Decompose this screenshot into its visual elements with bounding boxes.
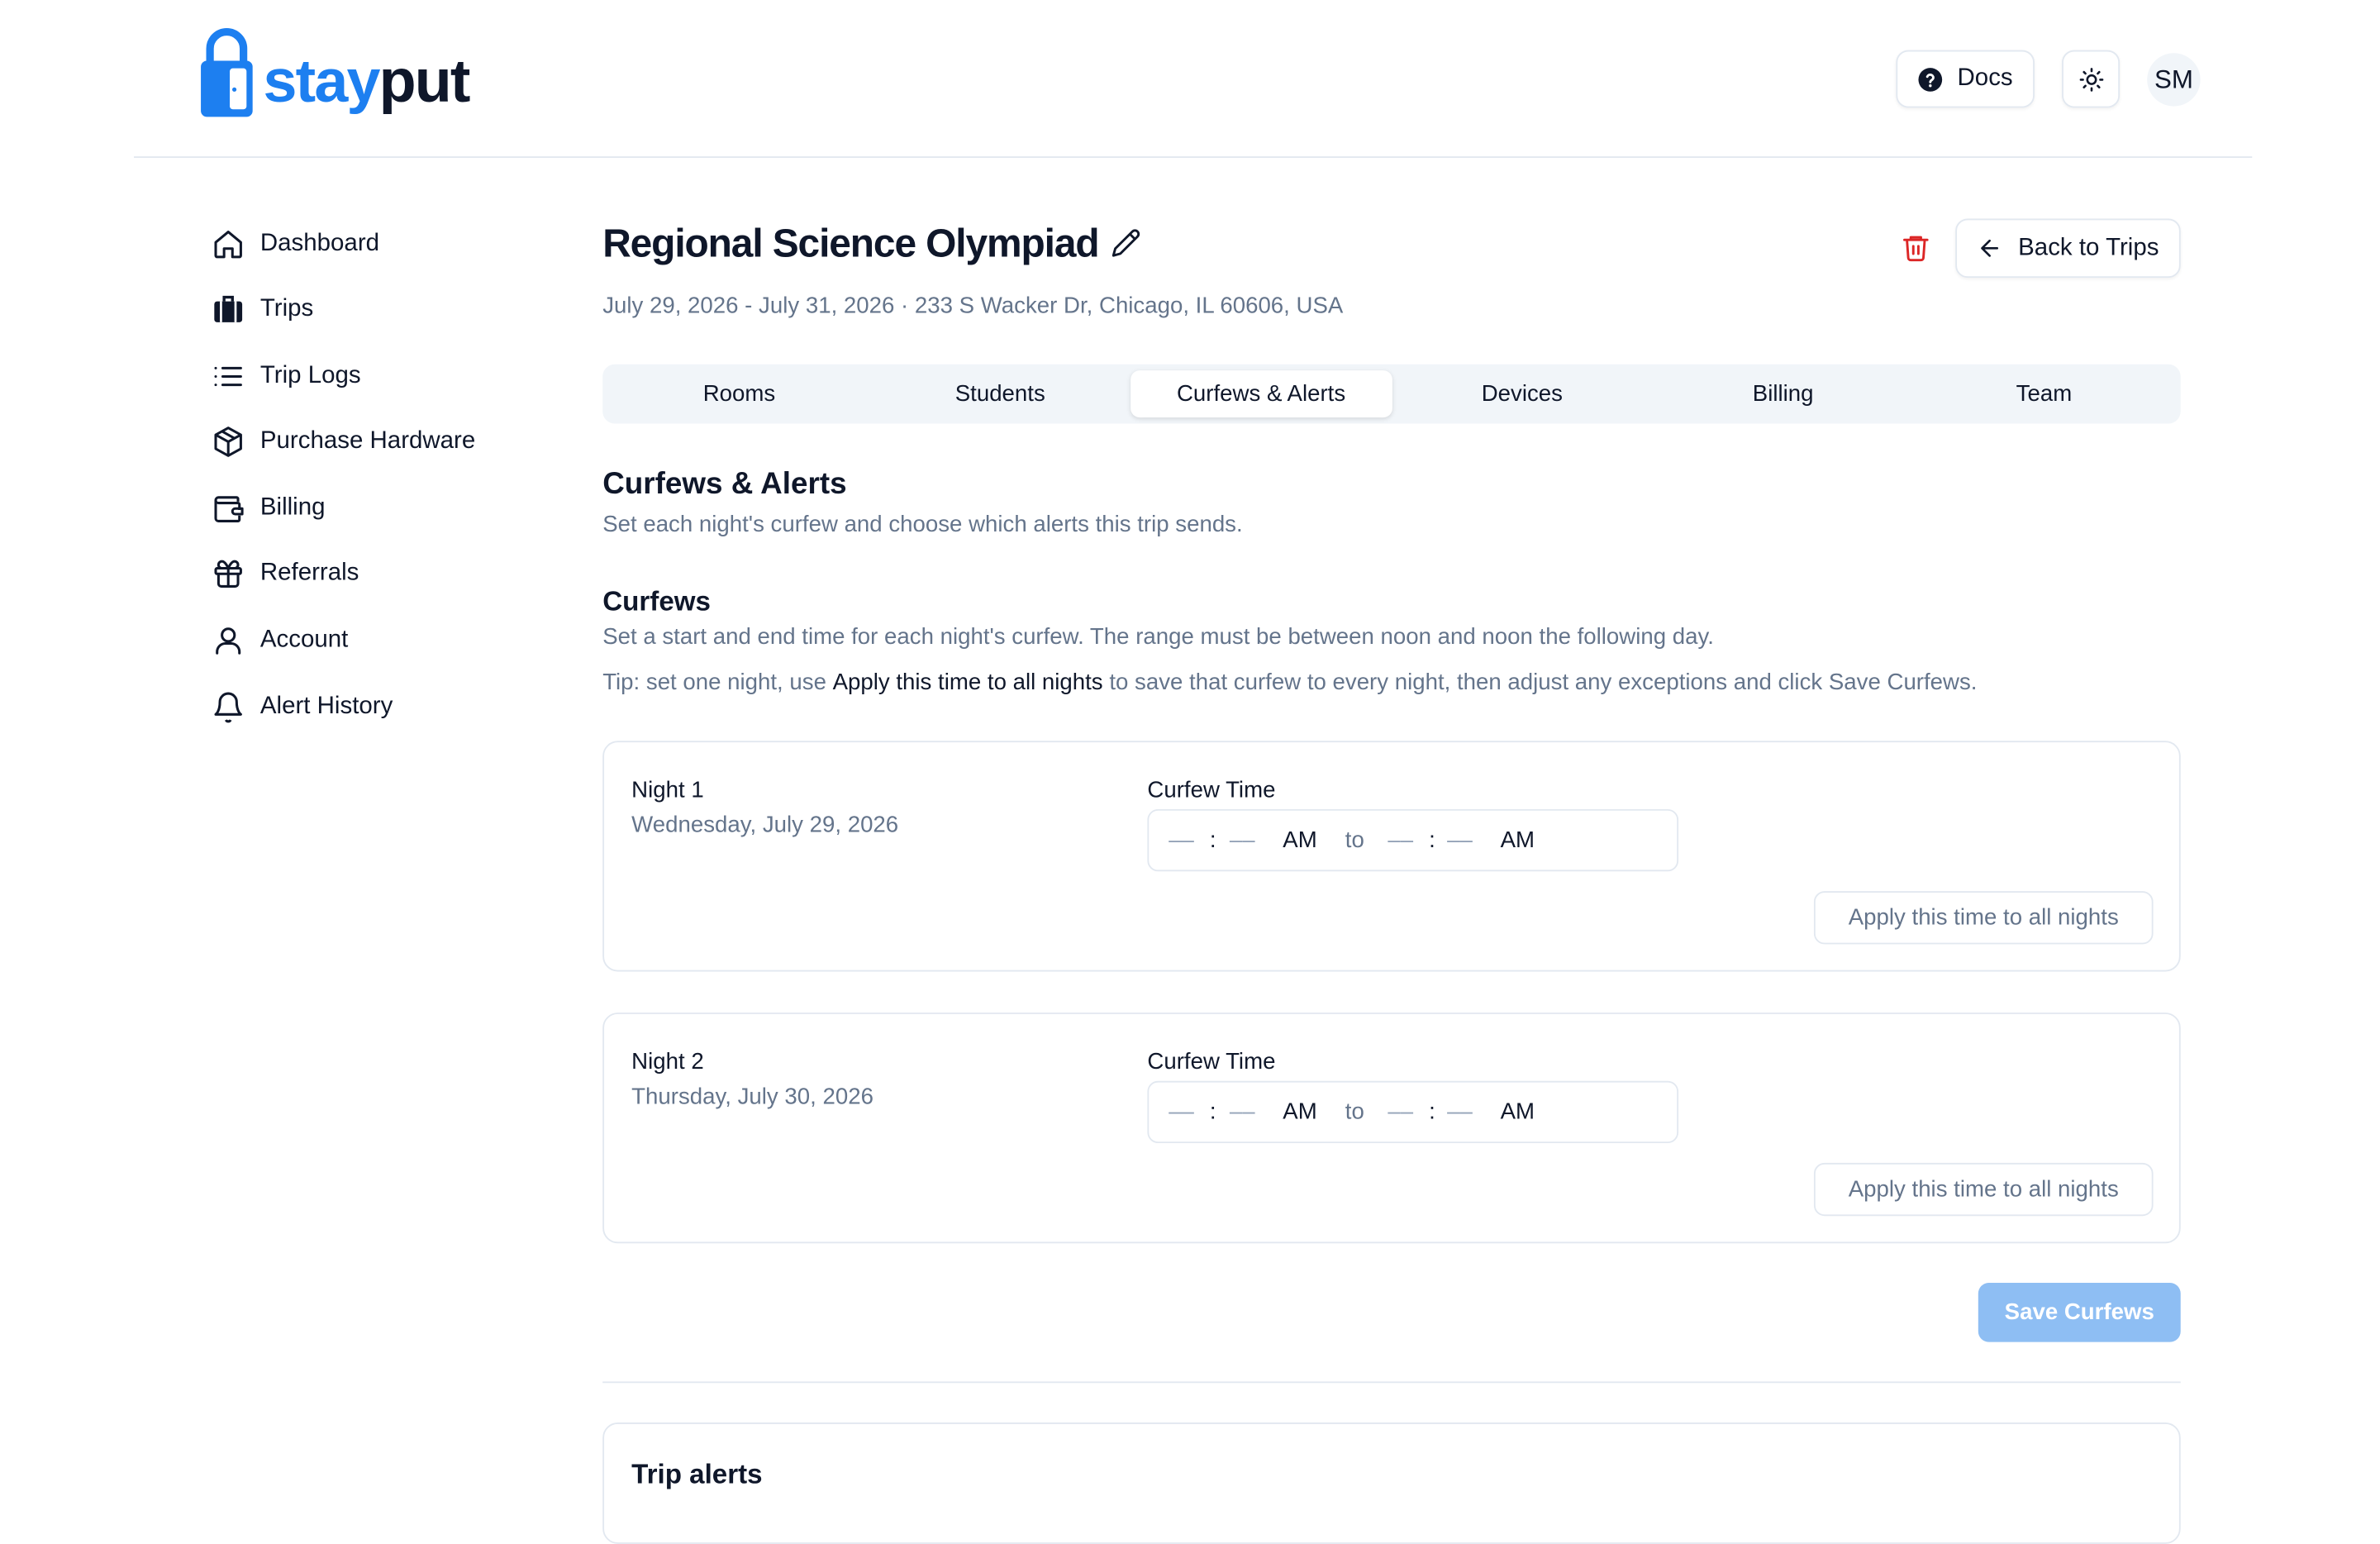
sidebar-item-label: Trip Logs: [259, 362, 361, 389]
tip-emphasis: Apply this time to all nights: [832, 669, 1103, 696]
night-date: Thursday, July 30, 2026: [631, 1084, 873, 1110]
sidebar-item-label: Alert History: [259, 693, 393, 720]
theme-toggle-button[interactable]: [2062, 50, 2121, 108]
brand-name: stayput: [263, 48, 471, 116]
sidebar-item-trip-logs[interactable]: Trip Logs: [212, 357, 361, 397]
sidebar-item-label: Trips: [259, 296, 314, 322]
start-ampm-select[interactable]: AM: [1283, 827, 1316, 853]
home-icon: [214, 231, 242, 259]
night-label: Night 1: [631, 777, 704, 803]
end-hour-input[interactable]: ––: [1388, 1099, 1413, 1125]
app-logo[interactable]: stayput: [199, 27, 471, 118]
curfew-time-label: Curfew Time: [1147, 1049, 1276, 1075]
trip-alerts-title: Trip alerts: [631, 1459, 763, 1489]
sidebar-item-billing[interactable]: Billing: [212, 488, 326, 528]
curfews-tip: Tip: set one night, use Apply this time …: [602, 669, 1978, 696]
tab-bar: Rooms Students Curfews & Alerts Devices …: [602, 364, 2181, 424]
apply-to-all-nights-button[interactable]: Apply this time to all nights: [1813, 1162, 2154, 1217]
tab-devices[interactable]: Devices: [1392, 370, 1653, 417]
sidebar-item-label: Account: [259, 627, 349, 653]
night-card: Night 1 Wednesday, July 29, 2026 Curfew …: [602, 741, 2181, 972]
docs-button[interactable]: Docs: [1896, 50, 2035, 108]
end-minute-input[interactable]: ––: [1447, 827, 1473, 853]
night-label: Night 2: [631, 1049, 704, 1075]
save-curfews-button[interactable]: Save Curfews: [1978, 1283, 2181, 1342]
page-title: Regional Science Olympiad: [602, 220, 1099, 266]
time-colon: :: [1209, 827, 1216, 854]
package-icon: [214, 427, 242, 457]
sidebar-item-purchase-hardware[interactable]: Purchase Hardware: [212, 422, 475, 462]
sidebar-item-account[interactable]: Account: [212, 621, 348, 660]
time-colon: :: [1209, 1098, 1216, 1125]
docs-label: Docs: [1957, 64, 2013, 92]
back-to-trips-button[interactable]: Back to Trips: [1955, 218, 2181, 279]
sidebar-item-dashboard[interactable]: Dashboard: [212, 225, 379, 264]
sidebar-item-alert-history[interactable]: Alert History: [212, 688, 393, 727]
list-icon: [214, 366, 242, 387]
pencil-icon[interactable]: [1111, 228, 1141, 259]
section-title: Curfews & Alerts: [602, 467, 847, 502]
sidebar-item-label: Dashboard: [259, 231, 380, 257]
sidebar-item-referrals[interactable]: Referrals: [212, 554, 359, 593]
user-avatar[interactable]: SM: [2147, 53, 2201, 107]
curfew-time-range-input: –– : –– AM to –– : –– AM: [1147, 808, 1679, 872]
start-minute-input[interactable]: ––: [1230, 1099, 1255, 1125]
back-to-trips-label: Back to Trips: [2018, 234, 2159, 260]
end-hour-input[interactable]: ––: [1388, 827, 1413, 853]
time-colon: :: [1429, 827, 1435, 854]
curfew-time-range-input: –– : –– AM to –– : –– AM: [1147, 1080, 1679, 1144]
night-date: Wednesday, July 29, 2026: [631, 812, 899, 838]
tab-billing[interactable]: Billing: [1653, 370, 1914, 417]
tab-rooms[interactable]: Rooms: [609, 370, 870, 417]
section-description: Set each night's curfew and choose which…: [602, 511, 1243, 538]
start-hour-input[interactable]: ––: [1169, 827, 1194, 853]
start-ampm-select[interactable]: AM: [1283, 1099, 1316, 1125]
sun-icon: [2078, 67, 2103, 91]
sidebar-item-label: Billing: [259, 494, 326, 521]
night-card: Night 2 Thursday, July 30, 2026 Curfew T…: [602, 1013, 2181, 1244]
tab-team[interactable]: Team: [1914, 370, 2175, 417]
section-divider: [602, 1381, 2181, 1384]
gift-icon: [214, 560, 242, 588]
bell-icon: [214, 692, 242, 723]
trip-subtitle: July 29, 2026 - July 31, 2026 · 233 S Wa…: [602, 293, 1344, 319]
end-ampm-select[interactable]: AM: [1501, 1099, 1535, 1125]
sidebar-item-label: Referrals: [259, 560, 359, 586]
end-ampm-select[interactable]: AM: [1501, 827, 1535, 853]
trip-alerts-card: Trip alerts: [602, 1422, 2181, 1544]
trash-icon[interactable]: [1901, 232, 1931, 263]
sidebar-item-label: Purchase Hardware: [259, 427, 476, 455]
help-circle-icon: [1918, 67, 1943, 91]
start-minute-input[interactable]: ––: [1230, 827, 1255, 853]
range-to-label: to: [1345, 827, 1364, 854]
start-hour-input[interactable]: ––: [1169, 1099, 1194, 1125]
range-to-label: to: [1345, 1098, 1364, 1125]
arrow-left-icon: [1981, 239, 1999, 257]
end-minute-input[interactable]: ––: [1447, 1099, 1473, 1125]
header-divider: [134, 156, 2253, 159]
sidebar-item-trips[interactable]: Trips: [212, 290, 313, 330]
time-colon: :: [1429, 1098, 1435, 1125]
luggage-icon: [214, 295, 243, 322]
curfew-time-label: Curfew Time: [1147, 777, 1276, 803]
lock-icon: [201, 28, 253, 117]
curfews-title: Curfews: [602, 585, 711, 617]
apply-to-all-nights-button[interactable]: Apply this time to all nights: [1813, 891, 2154, 945]
tab-students[interactable]: Students: [869, 370, 1130, 417]
curfews-description: Set a start and end time for each night'…: [602, 623, 1714, 650]
tab-curfews-alerts[interactable]: Curfews & Alerts: [1130, 370, 1392, 418]
user-icon: [216, 627, 241, 655]
wallet-icon: [214, 496, 244, 522]
